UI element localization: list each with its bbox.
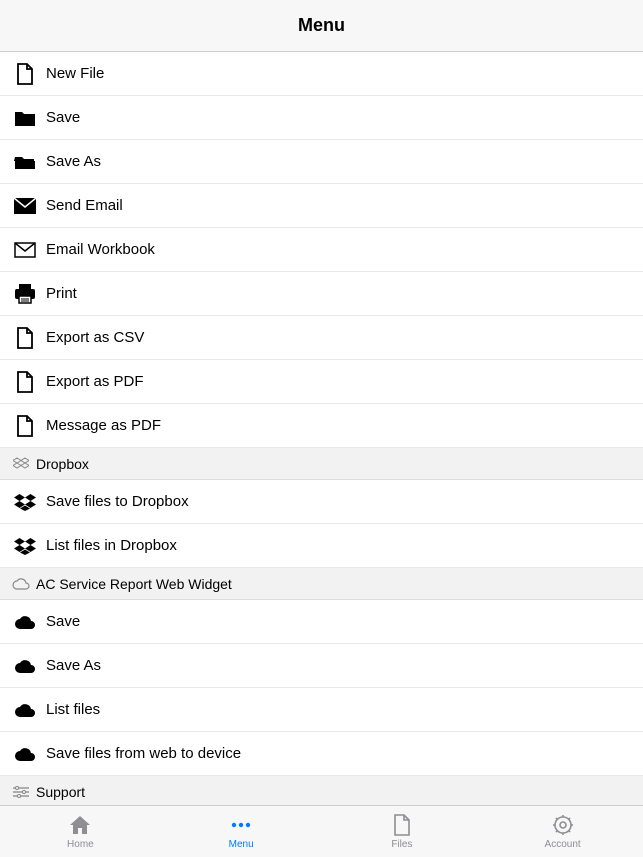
row-ac-save[interactable]: Save — [0, 600, 643, 644]
document-icon — [390, 813, 414, 837]
cloud-outline-icon — [12, 575, 30, 593]
row-email-workbook[interactable]: Email Workbook — [0, 228, 643, 272]
envelope-filled-icon — [12, 193, 38, 219]
sliders-icon — [12, 783, 30, 801]
row-label: Save As — [46, 657, 101, 674]
row-save-as[interactable]: Save As — [0, 140, 643, 184]
row-label: Email Workbook — [46, 241, 155, 258]
printer-icon — [12, 281, 38, 307]
section-label: AC Service Report Web Widget — [36, 576, 232, 592]
row-new-file[interactable]: New File — [0, 52, 643, 96]
row-dropbox-list[interactable]: List files in Dropbox — [0, 524, 643, 568]
folder-icon — [12, 105, 38, 131]
dropbox-icon — [12, 489, 38, 515]
row-label: Export as PDF — [46, 373, 144, 390]
section-label: Support — [36, 784, 85, 800]
row-export-pdf[interactable]: Export as PDF — [0, 360, 643, 404]
tab-label: Account — [545, 839, 581, 850]
row-ac-save-web[interactable]: Save files from web to device — [0, 732, 643, 776]
row-export-csv[interactable]: Export as CSV — [0, 316, 643, 360]
tab-label: Menu — [229, 839, 254, 850]
cloud-icon — [12, 653, 38, 679]
row-label: Save files from web to device — [46, 745, 241, 762]
row-label: Save — [46, 109, 80, 126]
row-label: Save — [46, 613, 80, 630]
row-dropbox-save[interactable]: Save files to Dropbox — [0, 480, 643, 524]
tab-label: Files — [391, 839, 412, 850]
tab-home[interactable]: Home — [0, 806, 161, 857]
document-icon — [12, 413, 38, 439]
row-label: List files — [46, 701, 100, 718]
row-label: Save As — [46, 153, 101, 170]
home-icon — [68, 813, 92, 837]
section-dropbox: Dropbox — [0, 448, 643, 480]
content: New File Save Save As Send Email Email W… — [0, 52, 643, 805]
page-title: Menu — [298, 15, 345, 36]
document-icon — [12, 369, 38, 395]
tab-menu[interactable]: Menu — [161, 806, 322, 857]
row-label: Export as CSV — [46, 329, 144, 346]
row-label: Send Email — [46, 197, 123, 214]
dropbox-outline-icon — [12, 455, 30, 473]
header: Menu — [0, 0, 643, 52]
cloud-icon — [12, 609, 38, 635]
row-send-email[interactable]: Send Email — [0, 184, 643, 228]
section-support: Support — [0, 776, 643, 805]
row-ac-save-as[interactable]: Save As — [0, 644, 643, 688]
section-ac-service: AC Service Report Web Widget — [0, 568, 643, 600]
row-save[interactable]: Save — [0, 96, 643, 140]
tabbar: Home Menu Files Account — [0, 805, 643, 857]
more-icon — [229, 813, 253, 837]
document-icon — [12, 61, 38, 87]
row-label: New File — [46, 65, 104, 82]
envelope-outline-icon — [12, 237, 38, 263]
cloud-icon — [12, 741, 38, 767]
row-print[interactable]: Print — [0, 272, 643, 316]
row-label: Message as PDF — [46, 417, 161, 434]
tab-account[interactable]: Account — [482, 806, 643, 857]
row-label: List files in Dropbox — [46, 537, 177, 554]
row-label: Save files to Dropbox — [46, 493, 189, 510]
cloud-icon — [12, 697, 38, 723]
tab-files[interactable]: Files — [322, 806, 483, 857]
dropbox-icon — [12, 533, 38, 559]
row-label: Print — [46, 285, 77, 302]
row-message-pdf[interactable]: Message as PDF — [0, 404, 643, 448]
tab-label: Home — [67, 839, 94, 850]
section-label: Dropbox — [36, 456, 89, 472]
row-ac-list[interactable]: List files — [0, 688, 643, 732]
document-icon — [12, 325, 38, 351]
folder-open-icon — [12, 149, 38, 175]
gear-icon — [551, 813, 575, 837]
